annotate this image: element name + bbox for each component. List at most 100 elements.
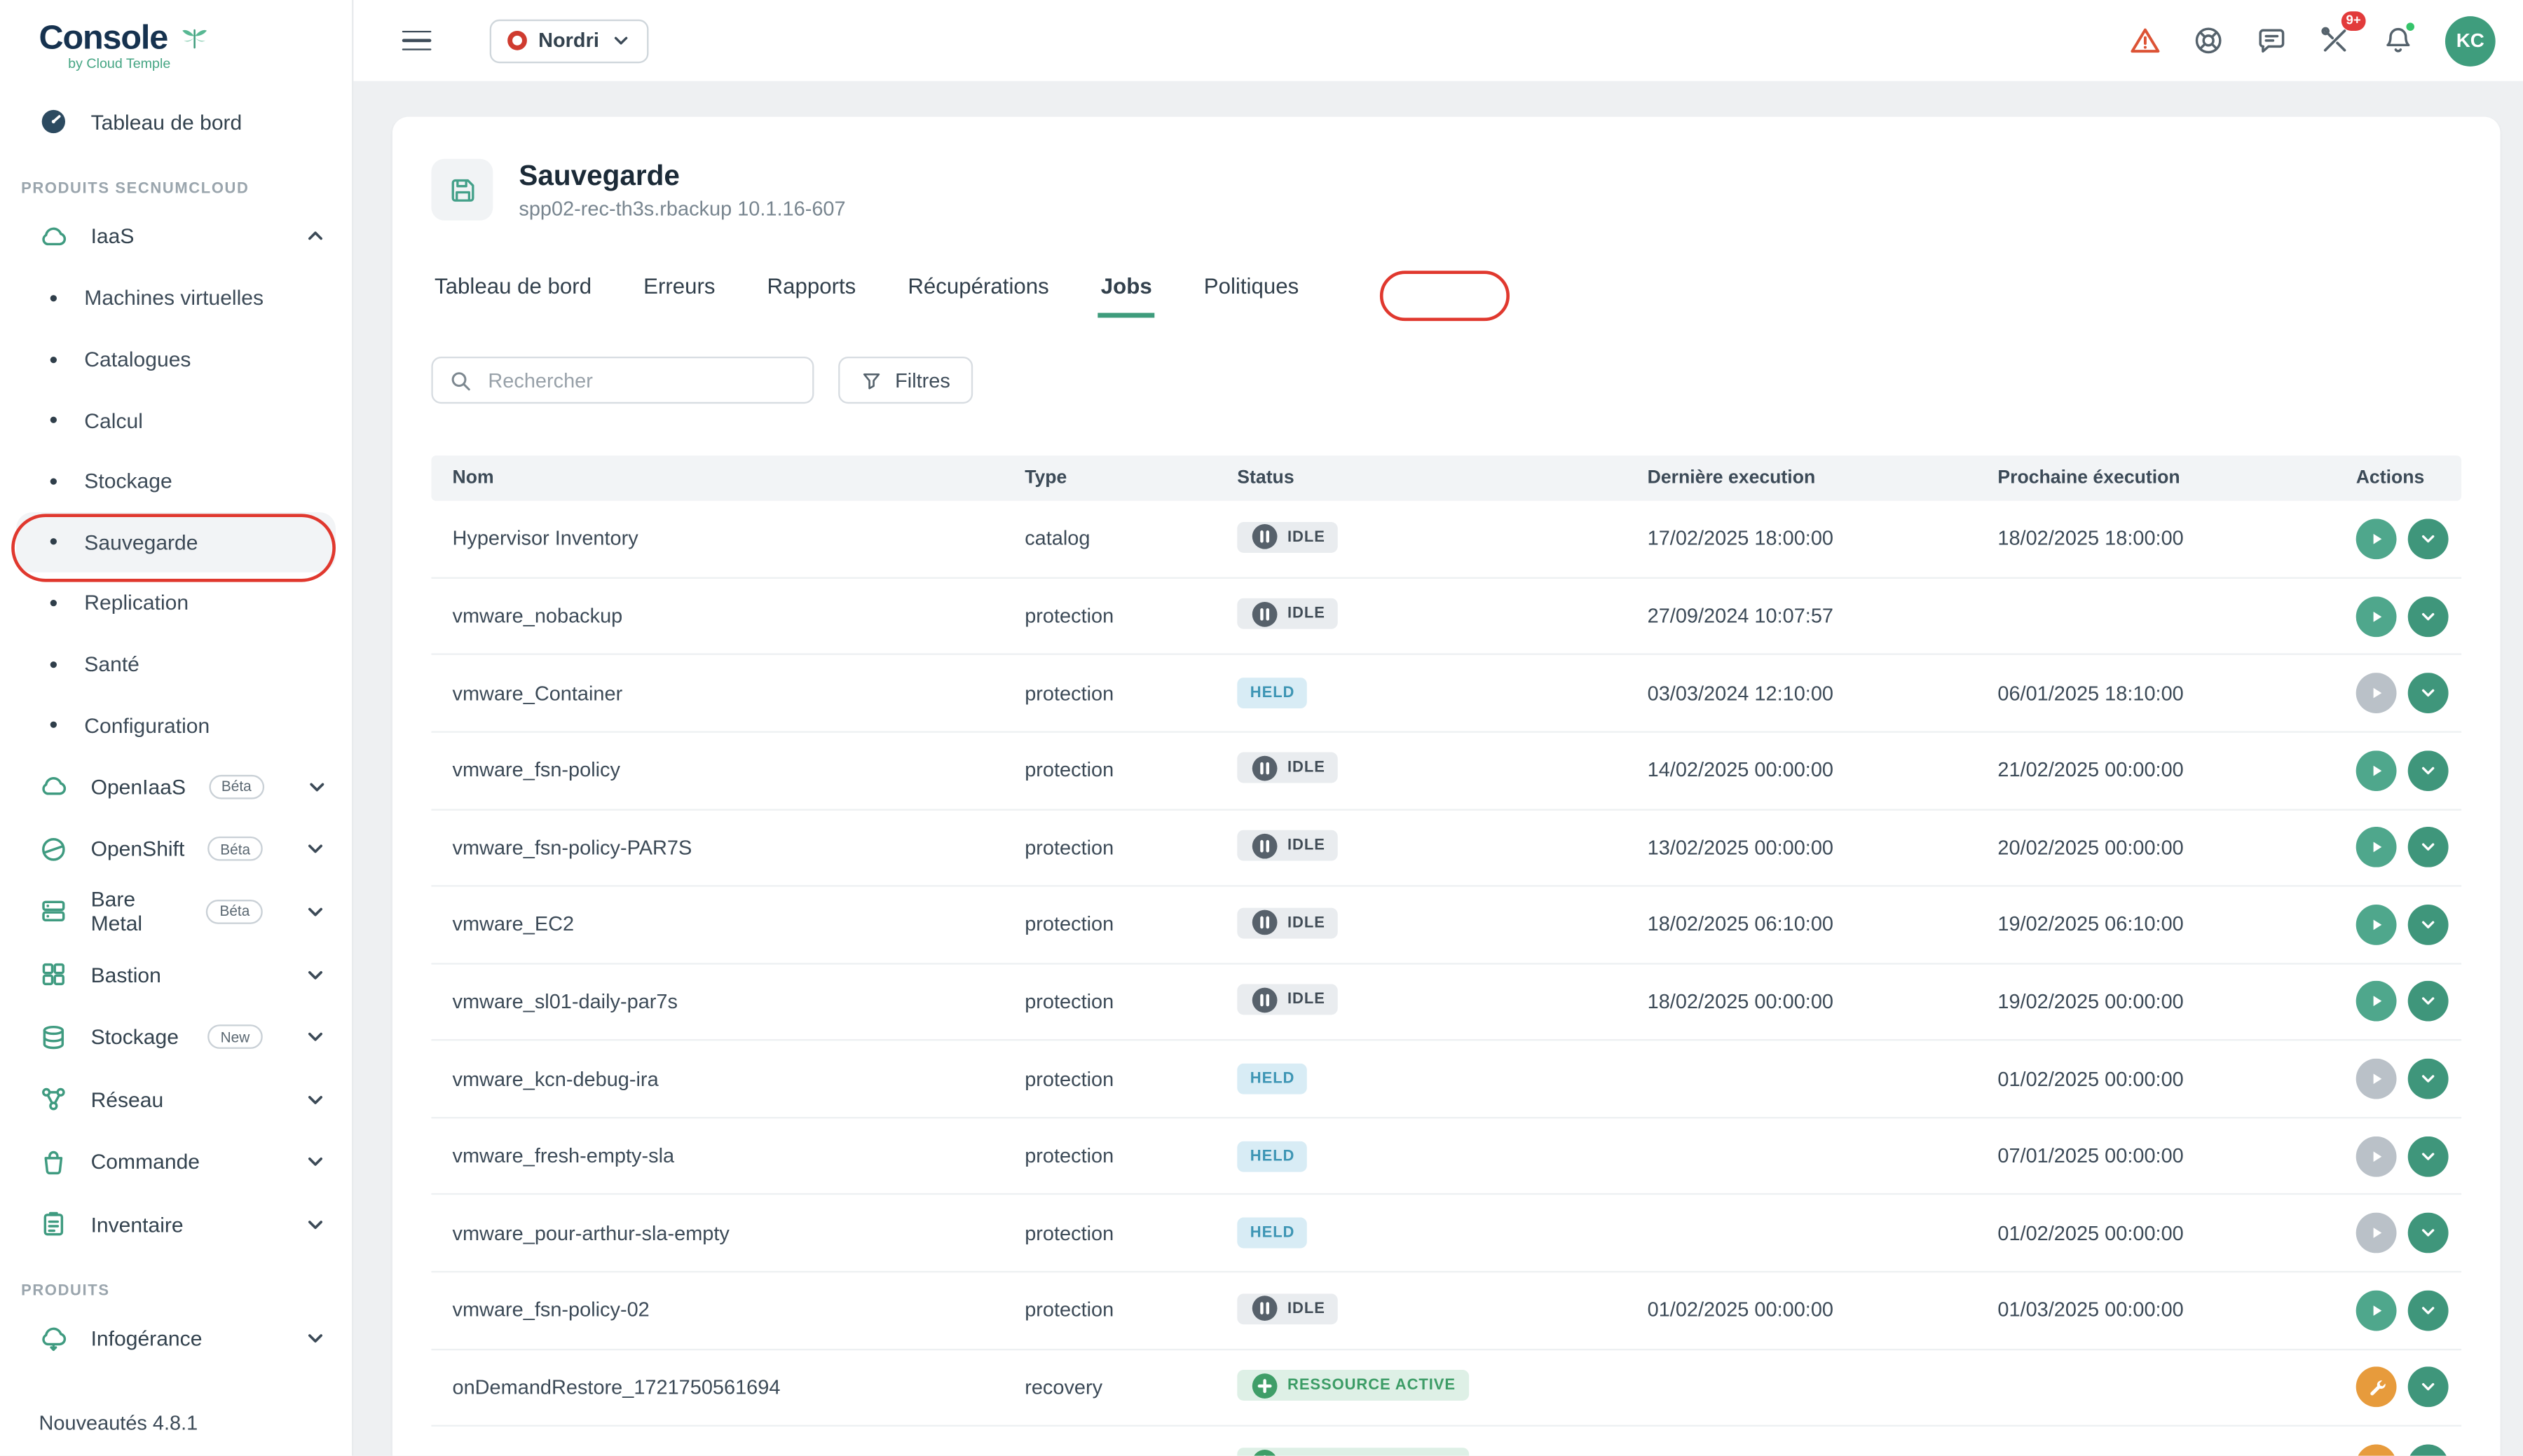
last-execution: 14/02/2025 00:00:00	[1627, 759, 1977, 781]
organization-name: Nordri	[538, 29, 599, 52]
sidebar-item-inventaire[interactable]: Inventaire	[0, 1193, 352, 1256]
page-subtitle: spp02-rec-th3s.rbackup 10.1.16-607	[519, 198, 845, 221]
sidebar-item-label: Inventaire	[91, 1212, 184, 1237]
dragonfly-logo-icon	[171, 18, 219, 60]
chevron-down-icon	[305, 1214, 326, 1235]
run-job-button[interactable]	[2356, 1059, 2397, 1099]
run-job-button[interactable]	[2356, 827, 2397, 868]
table-row: onDemandRestore_1723602002433 recovery R…	[431, 1427, 2461, 1456]
actions-cell	[2335, 1213, 2461, 1254]
restore-action-button[interactable]	[2356, 1367, 2397, 1408]
user-avatar[interactable]: KC	[2445, 15, 2496, 66]
sidebar-item-sante[interactable]: Santé	[0, 633, 352, 694]
feedback-chat-icon[interactable]	[2255, 25, 2288, 57]
menu-toggle-button[interactable]	[402, 30, 432, 51]
sidebar-item-label: Configuration	[84, 713, 210, 737]
filter-funnel-icon	[861, 370, 882, 391]
help-lifebuoy-icon[interactable]	[2192, 25, 2224, 57]
logo[interactable]: Console by Cloud Temple	[0, 0, 352, 91]
table-row: vmware_pour-arthur-sla-empty protection …	[431, 1195, 2461, 1272]
run-job-button[interactable]	[2356, 1136, 2397, 1176]
sidebar-item-infogerance[interactable]: Infogérance	[0, 1307, 352, 1370]
organization-switcher[interactable]: Nordri	[490, 19, 648, 62]
tab-tableau-de-bord[interactable]: Tableau de bord	[431, 266, 594, 318]
chevron-down-icon	[610, 31, 630, 50]
filters-button[interactable]: Filtres	[838, 357, 973, 404]
actions-cell	[2335, 1136, 2461, 1176]
restore-action-button[interactable]	[2356, 1445, 2397, 1456]
sidebar-item-bastion[interactable]: Bastion	[0, 943, 352, 1005]
job-actions-dropdown-button[interactable]	[2408, 1290, 2449, 1331]
run-job-button[interactable]	[2356, 673, 2397, 713]
actions-cell	[2335, 673, 2461, 713]
backup-icon	[431, 159, 493, 221]
run-job-button[interactable]	[2356, 905, 2397, 945]
pause-icon	[1250, 908, 1280, 938]
tab-politiques[interactable]: Politiques	[1201, 266, 1302, 318]
last-execution: 18/02/2025 06:10:00	[1627, 913, 1977, 935]
job-actions-dropdown-button[interactable]	[2408, 1136, 2449, 1176]
next-execution: 01/03/2025 00:00:00	[1976, 1299, 2334, 1321]
job-actions-dropdown-button[interactable]	[2408, 1367, 2449, 1408]
tab-erreurs[interactable]: Erreurs	[640, 266, 718, 318]
job-actions-dropdown-button[interactable]	[2408, 827, 2449, 868]
run-job-button[interactable]	[2356, 596, 2397, 636]
sidebar-item-stockage[interactable]: Stockage	[0, 451, 352, 511]
job-type: recovery	[1004, 1453, 1216, 1455]
job-actions-dropdown-button[interactable]	[2408, 1445, 2449, 1456]
sidebar-item-tableau-de-bord[interactable]: Tableau de bord	[0, 91, 352, 153]
sidebar-item-openshift[interactable]: OpenShiftBéta	[0, 818, 352, 880]
job-name: Hypervisor Inventory	[431, 528, 1004, 550]
table-row: vmware_fsn-policy protection IDLE 14/02/…	[431, 733, 2461, 810]
content-card: Sauvegarde spp02-rec-th3s.rbackup 10.1.1…	[392, 117, 2501, 1456]
column-header-nom: Nom	[431, 469, 1004, 488]
job-status-cell: IDLE	[1216, 830, 1626, 865]
tab-recuperations[interactable]: Récupérations	[905, 266, 1053, 318]
sidebar-item-iaas[interactable]: IaaS	[0, 205, 352, 268]
sidebar-item-replication[interactable]: Replication	[0, 572, 352, 633]
job-actions-dropdown-button[interactable]	[2408, 518, 2449, 559]
notifications-bell-icon[interactable]	[2382, 25, 2414, 57]
run-job-button[interactable]	[2356, 750, 2397, 791]
actions-cell	[2335, 1367, 2461, 1408]
sidebar-item-bare-metal[interactable]: Bare MetalBéta	[0, 881, 352, 943]
job-name: vmware_fresh-empty-sla	[431, 1145, 1004, 1167]
release-notes-link[interactable]: Nouveautés 4.8.1	[39, 1412, 198, 1434]
column-header-actions: Actions	[2335, 469, 2461, 488]
alerts-warning-icon[interactable]	[2129, 25, 2161, 57]
bullet-icon	[50, 600, 57, 606]
sidebar-item-configuration[interactable]: Configuration	[0, 694, 352, 755]
sidebar-item-machines-virtuelles[interactable]: Machines virtuelles	[0, 268, 352, 329]
job-actions-dropdown-button[interactable]	[2408, 673, 2449, 713]
table-row: vmware_sl01-daily-par7s protection IDLE …	[431, 964, 2461, 1041]
job-actions-dropdown-button[interactable]	[2408, 982, 2449, 1022]
tools-icon[interactable]: 9+	[2318, 25, 2351, 57]
sidebar-item-reseau[interactable]: Réseau	[0, 1068, 352, 1130]
job-name: vmware_fsn-policy	[431, 759, 1004, 781]
sidebar-item-catalogues[interactable]: Catalogues	[0, 329, 352, 390]
run-job-button[interactable]	[2356, 1290, 2397, 1331]
run-job-button[interactable]	[2356, 1213, 2397, 1254]
tab-jobs[interactable]: Jobs	[1098, 266, 1155, 318]
chevron-down-icon	[305, 963, 326, 984]
job-actions-dropdown-button[interactable]	[2408, 596, 2449, 636]
next-execution: 01/02/2025 00:00:00	[1976, 1068, 2334, 1090]
sidebar-item-stockage[interactable]: StockageNew	[0, 1005, 352, 1068]
job-actions-dropdown-button[interactable]	[2408, 1213, 2449, 1254]
sidebar-item-sauvegarde[interactable]: Sauvegarde	[16, 511, 336, 572]
next-execution: 01/02/2025 00:00:00	[1976, 1222, 2334, 1244]
run-job-button[interactable]	[2356, 982, 2397, 1022]
job-name: vmware_pour-arthur-sla-empty	[431, 1222, 1004, 1244]
last-execution: 27/09/2024 10:07:57	[1627, 605, 1977, 627]
job-actions-dropdown-button[interactable]	[2408, 905, 2449, 945]
job-actions-dropdown-button[interactable]	[2408, 750, 2449, 791]
job-actions-dropdown-button[interactable]	[2408, 1059, 2449, 1099]
sidebar-item-commande[interactable]: Commande	[0, 1131, 352, 1193]
server-icon	[39, 897, 69, 926]
sidebar-item-openiaas[interactable]: OpenIaaSBéta	[0, 755, 352, 818]
tab-rapports[interactable]: Rapports	[764, 266, 859, 318]
sidebar-item-calcul[interactable]: Calcul	[0, 390, 352, 451]
search-input[interactable]	[485, 367, 796, 393]
table-row: vmware_Container protection HELD 03/03/2…	[431, 655, 2461, 732]
run-job-button[interactable]	[2356, 518, 2397, 559]
